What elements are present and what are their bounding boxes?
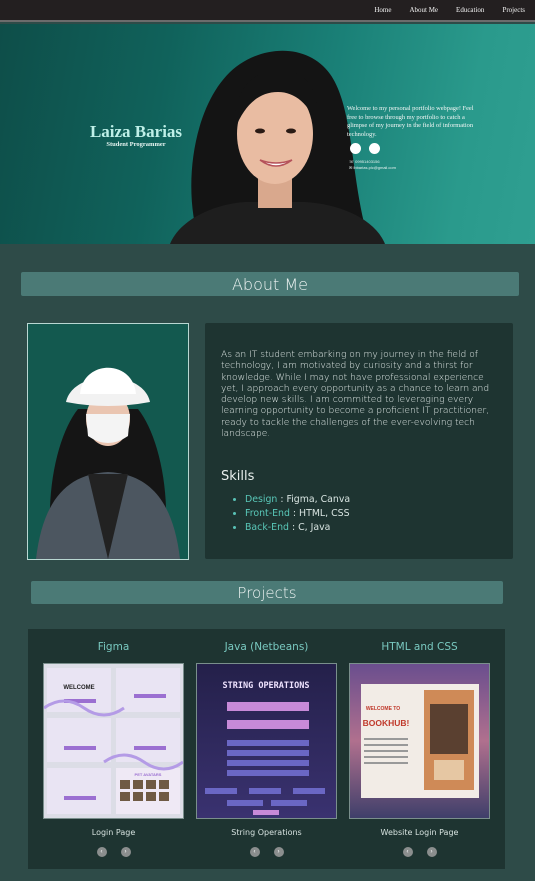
project-title: Java (Netbeans) bbox=[224, 641, 309, 653]
project-caption: Login Page bbox=[91, 828, 136, 837]
project-title: Figma bbox=[97, 641, 130, 653]
skill-value: : C, Java bbox=[288, 522, 331, 533]
contact-info: ☏ 09951403156 ✉ lbbarias.plc@gmail.com bbox=[349, 159, 396, 170]
thumb-avatar-text: PET AVATARS bbox=[135, 772, 162, 777]
nav-about-me[interactable]: About Me bbox=[409, 6, 438, 14]
thumb-heading-text: STRING OPERATIONS bbox=[223, 681, 310, 691]
projects-card: Figma WELCOME PET AVATARS Login Page ‹ ›… bbox=[28, 629, 505, 869]
skill-value: : HTML, CSS bbox=[289, 508, 350, 519]
skill-item: Design : Figma, Canva bbox=[245, 493, 350, 507]
contact-email: lbbarias.plc@gmail.com bbox=[353, 165, 396, 170]
skill-name: Design bbox=[245, 494, 278, 505]
project-caption: Website Login Page bbox=[380, 828, 459, 837]
project-title: HTML and CSS bbox=[381, 641, 458, 653]
prev-arrow-icon[interactable]: ‹ bbox=[96, 847, 107, 857]
nav-home[interactable]: Home bbox=[374, 6, 391, 14]
thumb-brand-text: BOOKHUB! bbox=[363, 718, 410, 728]
social-links bbox=[350, 143, 380, 154]
project-image[interactable]: WELCOME TO BOOKHUB! bbox=[349, 663, 490, 819]
next-arrow-icon[interactable]: › bbox=[273, 847, 284, 857]
prev-arrow-icon[interactable]: ‹ bbox=[402, 847, 413, 857]
prev-arrow-icon[interactable]: ‹ bbox=[249, 847, 260, 857]
project-image[interactable]: STRING OPERATIONS bbox=[196, 663, 337, 819]
carousel-controls: ‹ › bbox=[349, 847, 490, 857]
github-icon[interactable] bbox=[369, 143, 380, 154]
facebook-icon[interactable] bbox=[350, 143, 361, 154]
project-image[interactable]: WELCOME PET AVATARS bbox=[43, 663, 184, 819]
skill-value: : Figma, Canva bbox=[277, 494, 351, 505]
contact-phone: 09951403156 bbox=[355, 159, 380, 164]
about-card: As an IT student embarking on my journey… bbox=[205, 323, 513, 559]
about-me-heading: About Me bbox=[21, 272, 519, 296]
about-paragraph: As an IT student embarking on my journey… bbox=[221, 350, 490, 440]
nav-projects[interactable]: Projects bbox=[502, 6, 525, 14]
skills-list: Design : Figma, Canva Front-End : HTML, … bbox=[245, 493, 350, 535]
next-arrow-icon[interactable]: › bbox=[426, 847, 437, 857]
thumb-welcome-text: WELCOME bbox=[63, 685, 94, 691]
skill-name: Front-End bbox=[245, 508, 290, 519]
top-navbar: Home About Me Education Projects bbox=[0, 0, 535, 22]
thumb-welcome-text: WELCOME TO bbox=[366, 706, 400, 712]
carousel-controls: ‹ › bbox=[43, 847, 184, 857]
hero-portrait-image bbox=[170, 50, 385, 244]
project-caption: String Operations bbox=[231, 828, 302, 837]
next-arrow-icon[interactable]: › bbox=[120, 847, 131, 857]
skill-item: Back-End : C, Java bbox=[245, 521, 350, 535]
hero-welcome-text: Welcome to my personal portfolio webpage… bbox=[347, 105, 474, 138]
about-photo-image bbox=[27, 323, 189, 560]
carousel-controls: ‹ › bbox=[196, 847, 337, 857]
skills-heading: Skills bbox=[221, 469, 255, 484]
projects-heading: Projects bbox=[31, 581, 503, 604]
skill-name: Back-End bbox=[245, 522, 289, 533]
skill-item: Front-End : HTML, CSS bbox=[245, 507, 350, 521]
hero-banner: Laiza Barias Student Programmer Welcome … bbox=[0, 24, 535, 244]
nav-education[interactable]: Education bbox=[456, 6, 484, 14]
